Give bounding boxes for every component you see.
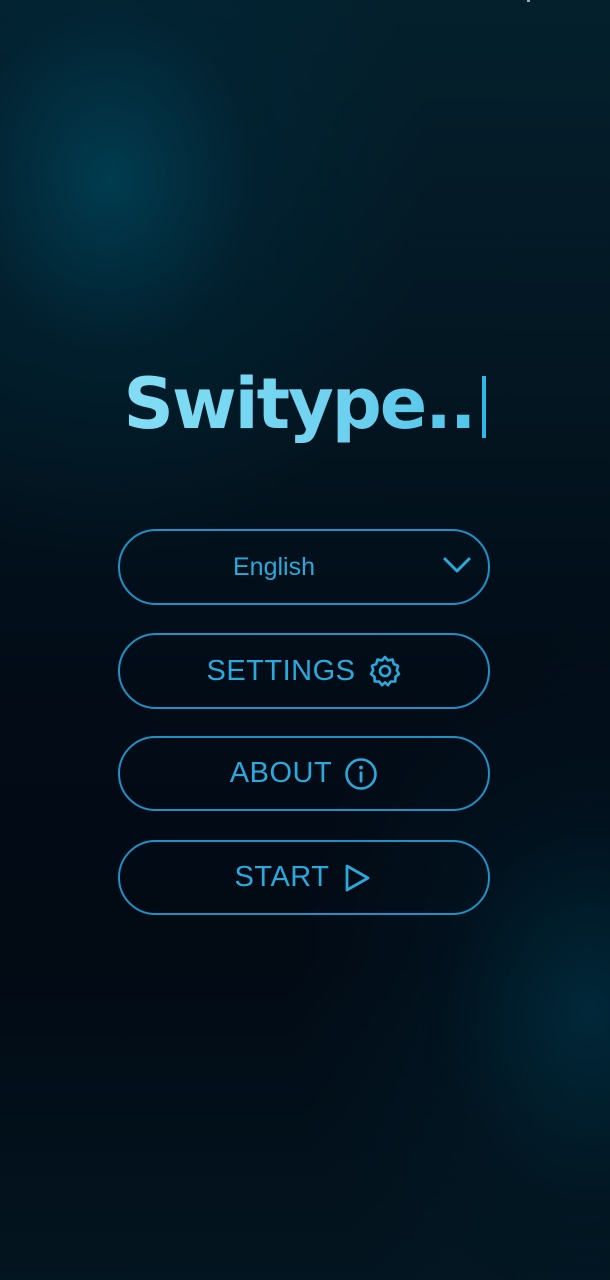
status-indicator: [527, 0, 530, 2]
language-select[interactable]: English: [118, 529, 490, 605]
language-select-value: English: [233, 552, 315, 581]
text-cursor: [482, 376, 487, 438]
app-title-text: Switype..: [123, 363, 475, 445]
chevron-down-icon: [442, 555, 472, 580]
info-icon: [344, 757, 378, 791]
play-icon: [341, 861, 373, 895]
app-title: Switype..: [0, 362, 610, 446]
gear-icon: [368, 654, 402, 688]
about-button[interactable]: ABOUT: [118, 736, 490, 811]
settings-button[interactable]: SETTINGS: [118, 633, 490, 709]
start-button-label: START: [234, 861, 330, 893]
about-button-label: ABOUT: [229, 757, 333, 789]
settings-button-label: SETTINGS: [206, 654, 356, 687]
start-button[interactable]: START: [118, 840, 490, 915]
